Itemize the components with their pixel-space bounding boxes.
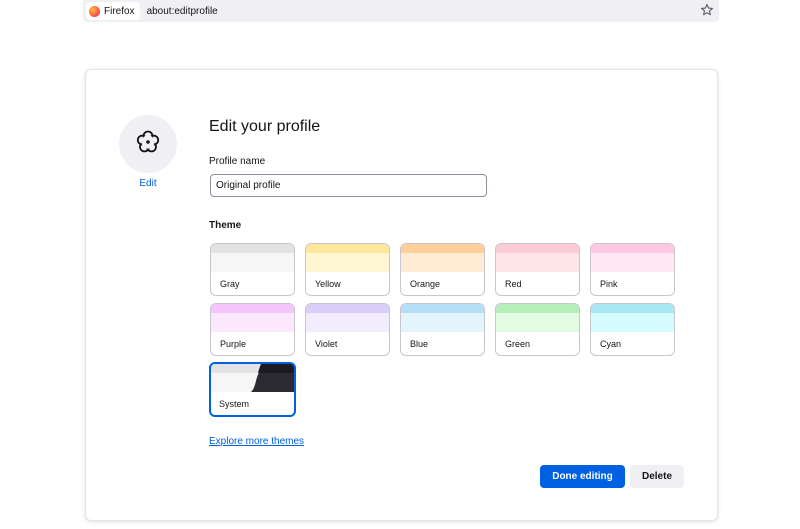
theme-tile-yellow[interactable]: Yellow [305, 243, 390, 296]
theme-tile-label: Pink [600, 279, 618, 289]
profile-name-label: Profile name [209, 156, 266, 167]
done-editing-button[interactable]: Done editing [540, 465, 625, 488]
theme-tile-pink[interactable]: Pink [590, 243, 675, 296]
theme-tile-green[interactable]: Green [495, 303, 580, 356]
theme-tile-body-band [306, 253, 389, 272]
theme-tile-header-band [306, 304, 389, 313]
explore-themes-link[interactable]: Explore more themes [209, 436, 304, 447]
theme-tile-label: System [219, 399, 250, 409]
theme-tile-body-band [211, 253, 294, 272]
theme-tile-label: Green [505, 339, 531, 349]
theme-tile-header-band [496, 244, 579, 253]
theme-tile-label: Orange [410, 279, 441, 289]
theme-tile-orange[interactable]: Orange [400, 243, 485, 296]
theme-tile-body-band [211, 313, 294, 332]
theme-tile-label: Gray [220, 279, 240, 289]
theme-tile-body-band [591, 253, 674, 272]
theme-tile-body-band [306, 313, 389, 332]
theme-tile-header-band [211, 244, 294, 253]
theme-tile-body-band [496, 253, 579, 272]
theme-tile-gray[interactable]: Gray [210, 243, 295, 296]
identity-label: Firefox [104, 5, 135, 17]
url-text[interactable]: about:editprofile [147, 6, 218, 17]
theme-tile-header-band [401, 244, 484, 253]
theme-tile-purple[interactable]: Purple [210, 303, 295, 356]
theme-tile-body-band [496, 313, 579, 332]
theme-tile-violet[interactable]: Violet [305, 303, 390, 356]
avatar[interactable] [119, 115, 177, 173]
theme-tile-body-band [401, 313, 484, 332]
theme-tile-header-band [591, 304, 674, 313]
firefox-logo-icon [89, 5, 100, 17]
theme-tile-label: Cyan [600, 339, 622, 349]
theme-tile-system[interactable]: System [209, 362, 296, 417]
star-icon[interactable] [700, 3, 714, 17]
theme-tile-body-band [401, 253, 484, 272]
theme-tile-label: Yellow [315, 279, 341, 289]
theme-tile-header-band [306, 244, 389, 253]
theme-tile-label: Red [505, 279, 522, 289]
profile-name-input[interactable] [210, 174, 487, 197]
theme-label: Theme [209, 220, 242, 231]
page-title: Edit your profile [209, 118, 321, 135]
edit-avatar-link[interactable]: Edit [119, 178, 177, 189]
theme-tile-header-band [591, 244, 674, 253]
identity-box[interactable]: Firefox [86, 2, 140, 20]
edit-profile-card: Edit Edit your profile Profile name Them… [85, 69, 718, 521]
theme-tile-label: Purple [220, 339, 247, 349]
theme-tile-header-band [401, 304, 484, 313]
flower-icon [134, 128, 162, 161]
url-bar[interactable]: Firefox about:editprofile [83, 0, 719, 22]
system-theme-preview [211, 364, 294, 392]
theme-tile-red[interactable]: Red [495, 243, 580, 296]
theme-tile-blue[interactable]: Blue [400, 303, 485, 356]
theme-tile-body-band [591, 313, 674, 332]
theme-tile-label: Violet [315, 339, 338, 349]
delete-button[interactable]: Delete [630, 465, 684, 488]
theme-tile-cyan[interactable]: Cyan [590, 303, 675, 356]
theme-tile-label: Blue [410, 339, 429, 349]
theme-tile-header-band [496, 304, 579, 313]
theme-tile-header-band [211, 304, 294, 313]
